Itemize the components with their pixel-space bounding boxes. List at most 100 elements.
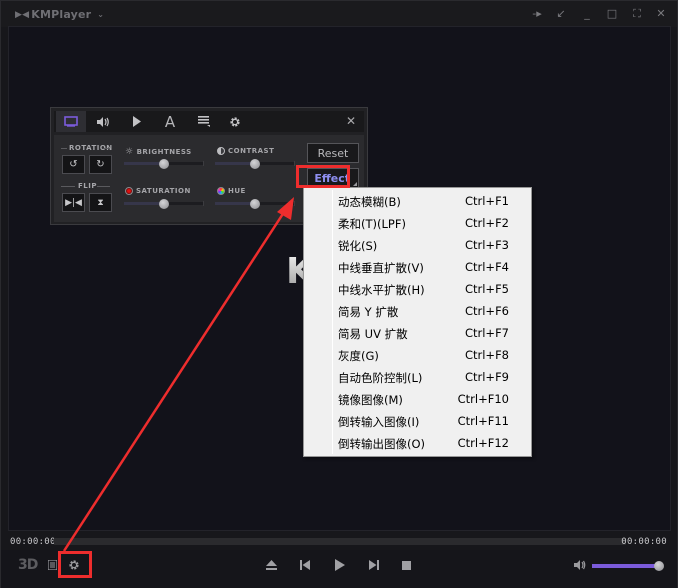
tab-playlist[interactable] (189, 111, 219, 132)
slider-end-tick (203, 161, 204, 166)
next-button[interactable] (369, 557, 379, 573)
menu-item[interactable]: 中线垂直扩散(V) Ctrl+F4 (306, 257, 529, 279)
app-title: KMPlayer (31, 8, 92, 21)
menu-item-label: 倒转输出图像(O) (338, 437, 426, 451)
menu-item-label: 简易 UV 扩散 (338, 327, 408, 341)
menu-item[interactable]: 中线水平扩散(H) Ctrl+F5 (306, 279, 529, 301)
minimize-icon: _ (584, 7, 590, 20)
tab-playback[interactable] (122, 111, 152, 132)
menu-item[interactable]: 灰度(G) Ctrl+F8 (306, 345, 529, 367)
slider-fill (124, 162, 164, 165)
title-bar[interactable]: ▶◀ KMPlayer ⌄ -▸ ↙ _ □ ⛶ ✕ (1, 1, 677, 27)
menu-item-shortcut: Ctrl+F8 (464, 348, 509, 362)
slider-thumb[interactable] (250, 199, 260, 209)
tab-settings[interactable] (220, 111, 250, 132)
rotate-left-button[interactable]: ↺ (62, 155, 85, 174)
menu-item[interactable]: 倒转输入图像(I) Ctrl+F11 (306, 411, 529, 433)
slider-thumb[interactable] (159, 199, 169, 209)
menu-item-label: 动态模糊(B) (338, 195, 401, 209)
menu-item-label: 镜像图像(M) (338, 393, 403, 407)
panel-close-button[interactable]: ✕ (346, 114, 356, 128)
menu-item[interactable]: 简易 Y 扩散 Ctrl+F6 (306, 301, 529, 323)
brightness-label: ☼ BRIGHTNESS (125, 147, 192, 157)
brightness-slider[interactable] (124, 159, 204, 169)
flip-vertical-button[interactable]: ⧗ (89, 193, 112, 212)
rotation-frame-right (104, 148, 110, 153)
rotate-right-button[interactable]: ↻ (89, 155, 112, 174)
rotate-cw-icon: ↻ (96, 159, 105, 170)
saturation-slider[interactable] (124, 199, 204, 209)
hue-icon (217, 187, 225, 195)
app-menu-button[interactable]: ▶◀ KMPlayer ⌄ (15, 8, 104, 21)
playback-controls: 3D (1, 550, 677, 588)
menu-item-shortcut: Ctrl+F1 (464, 194, 509, 208)
volume-slider[interactable] (592, 561, 664, 571)
monitor-icon (64, 116, 78, 127)
gear-icon (69, 560, 79, 570)
tab-video[interactable] (56, 111, 86, 132)
seek-bar[interactable] (54, 538, 626, 545)
flip-horizontal-icon: ▶|◀ (65, 197, 82, 208)
play-button[interactable] (335, 557, 345, 573)
menu-item[interactable]: 柔和(T)(LPF) Ctrl+F2 (306, 213, 529, 235)
menu-item[interactable]: 倒转输出图像(O) Ctrl+F12 (306, 433, 529, 455)
menu-item[interactable]: 简易 UV 扩散 Ctrl+F7 (306, 323, 529, 345)
slider-end-tick (203, 201, 204, 206)
menu-item-label: 柔和(T)(LPF) (338, 217, 406, 231)
eject-button[interactable] (266, 557, 277, 573)
effect-button[interactable]: Effect (307, 168, 359, 188)
slider-end-tick (294, 161, 295, 166)
fullscreen-icon: ⛶ (633, 7, 641, 20)
volume-fill (592, 564, 659, 568)
play-icon (335, 559, 345, 571)
speaker-icon (574, 560, 586, 570)
maximize-button[interactable]: □ (604, 6, 620, 22)
slider-fill (124, 202, 164, 205)
skip-previous-icon (300, 560, 310, 570)
stop-icon (402, 560, 411, 570)
tab-audio[interactable] (88, 111, 118, 132)
menu-item[interactable]: 自动色阶控制(L) Ctrl+F9 (306, 367, 529, 389)
dropdown-corner-icon (353, 182, 357, 186)
slider-thumb[interactable] (159, 159, 169, 169)
3d-button[interactable]: 3D (18, 557, 38, 573)
mute-button[interactable] (574, 557, 586, 573)
list-icon (198, 116, 210, 127)
menu-item-label: 锐化(S) (338, 239, 378, 253)
previous-button[interactable] (300, 557, 310, 573)
tab-subtitle[interactable]: A (155, 111, 185, 132)
contrast-slider[interactable] (215, 159, 295, 169)
close-button[interactable]: ✕ (653, 6, 669, 22)
flip-frame-left (61, 186, 75, 191)
rotation-frame-left (61, 148, 67, 153)
slider-thumb[interactable] (250, 159, 260, 169)
menu-item-shortcut: Ctrl+F12 (457, 436, 509, 450)
maximize-icon: □ (606, 7, 618, 20)
menu-item-shortcut: Ctrl+F5 (464, 282, 509, 296)
control-panel-button[interactable] (68, 557, 80, 573)
arrow-down-left-icon: ↙ (556, 7, 566, 20)
gear-icon (230, 116, 240, 127)
chevron-down-icon: ⌄ (97, 10, 105, 19)
flip-horizontal-button[interactable]: ▶|◀ (62, 193, 85, 212)
menu-item-label: 中线垂直扩散(V) (338, 261, 424, 275)
slider-end-tick (294, 201, 295, 206)
playlist-button[interactable] (48, 557, 57, 573)
hue-slider[interactable] (215, 199, 295, 209)
saturation-icon (125, 187, 133, 195)
pin-button[interactable]: -▸ (529, 6, 545, 22)
effect-button-label: Effect (314, 171, 350, 185)
close-icon: ✕ (656, 7, 666, 20)
volume-thumb[interactable] (654, 561, 664, 571)
minimize-button[interactable]: _ (579, 6, 595, 22)
menu-item[interactable]: 锐化(S) Ctrl+F3 (306, 235, 529, 257)
stop-button[interactable] (402, 557, 411, 573)
mini-mode-button[interactable]: ↙ (553, 6, 569, 22)
contrast-label: CONTRAST (217, 147, 274, 155)
skip-next-icon (369, 560, 379, 570)
reset-button[interactable]: Reset (307, 143, 359, 163)
menu-item[interactable]: 镜像图像(M) Ctrl+F10 (306, 389, 529, 411)
menu-item[interactable]: 动态模糊(B) Ctrl+F1 (306, 191, 529, 213)
menu-item-shortcut: Ctrl+F10 (457, 392, 509, 406)
fullscreen-button[interactable]: ⛶ (629, 6, 645, 22)
